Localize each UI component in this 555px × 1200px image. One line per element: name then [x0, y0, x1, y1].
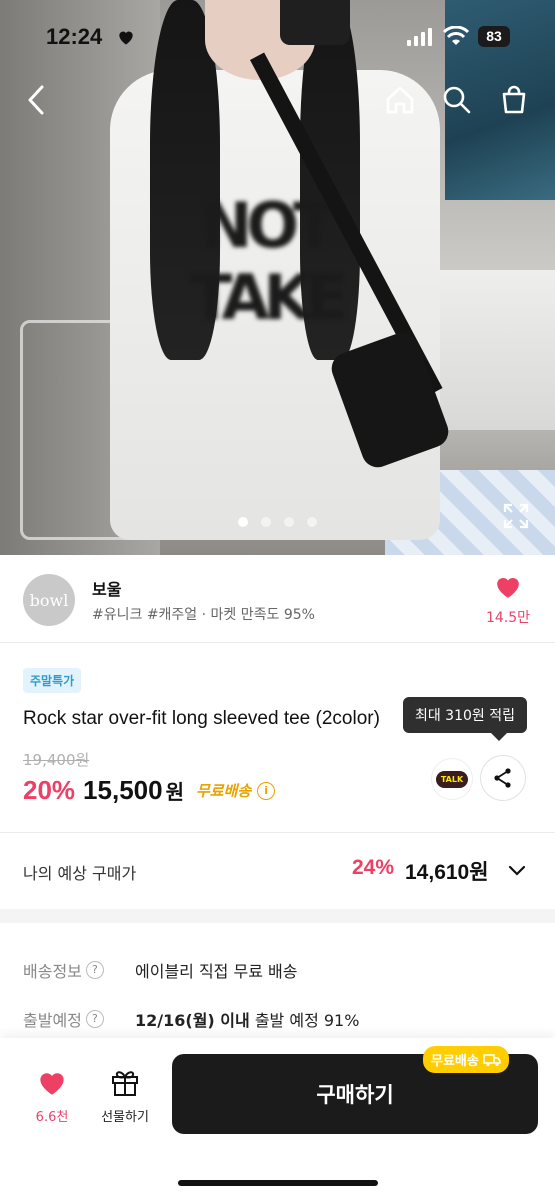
seller-logo[interactable]: bowl — [23, 574, 75, 626]
carousel-indicator[interactable] — [0, 517, 555, 527]
gift-label: 선물하기 — [101, 1110, 149, 1125]
discount-rate: 20% — [23, 775, 76, 805]
chevron-down-icon[interactable] — [506, 859, 528, 881]
shipping-info-label: 배송정보 ? — [23, 958, 113, 982]
free-shipping-badge-text: 무료배송 — [431, 1054, 479, 1069]
search-icon — [443, 86, 471, 114]
gift-icon — [112, 1071, 138, 1096]
estimated-price-label: 나의 예상 구매가 — [23, 864, 137, 883]
help-icon[interactable]: ? — [85, 1010, 104, 1028]
battery-icon: 83 — [478, 26, 510, 47]
product-image[interactable]: NOT TAKE 12:24 83 — [0, 0, 555, 555]
chevron-left-icon — [28, 85, 44, 115]
product-info: 주말특가 Rock star over-fit long sleeved tee… — [0, 643, 555, 831]
info-icon[interactable]: i — [257, 781, 276, 800]
estimated-price-row[interactable]: 나의 예상 구매가 24% 14,610원 — [0, 832, 555, 908]
heart-icon — [40, 1073, 64, 1095]
departure-date: 12/16(월) 이내 — [135, 1011, 250, 1030]
estimated-discount: 24% — [352, 856, 395, 879]
like-button[interactable]: 6.6천 — [26, 1070, 78, 1125]
cart-button[interactable] — [496, 82, 532, 118]
help-icon[interactable]: ? — [85, 961, 104, 979]
status-time: 12:24 — [46, 24, 103, 49]
departure-rate: 출발 예정 91% — [249, 1011, 360, 1030]
kakao-talk-button[interactable]: TALK — [432, 759, 472, 799]
heart-status-icon — [119, 31, 133, 45]
back-button[interactable] — [18, 82, 54, 118]
status-bar: 12:24 83 — [0, 0, 555, 74]
seller-name[interactable]: 보울 — [92, 576, 121, 600]
departure-value: 12/16(월) 이내 출발 예정 91% — [135, 1007, 359, 1031]
home-button[interactable] — [382, 82, 418, 118]
departure-text: 출발예정 — [23, 1011, 82, 1030]
kakao-talk-icon: TALK — [435, 770, 469, 788]
signal-icon — [407, 28, 432, 46]
share-icon — [494, 768, 511, 788]
departure-row: 출발예정 ? 12/16(월) 이내 출발 예정 91% — [23, 1007, 359, 1031]
seller-tags: #유니크 #캐주얼 · 마켓 만족도 95% — [92, 607, 315, 623]
product-name: Rock star over-fit long sleeved tee (2co… — [23, 708, 380, 729]
wifi-icon — [443, 26, 469, 45]
favorite-count: 14.5만 — [485, 610, 531, 626]
shipping-info-text: 배송정보 — [23, 962, 82, 981]
shipping-section: 배송정보 ? 에이블리 직접 무료 배송 출발예정 ? 12/16(월) 이내 … — [0, 923, 555, 1043]
share-button[interactable] — [480, 755, 526, 801]
departure-label: 출발예정 ? — [23, 1007, 113, 1031]
estimated-price: 14,610원 — [405, 861, 489, 884]
original-price: 19,400원 — [23, 751, 90, 769]
carousel-dot[interactable] — [307, 517, 317, 527]
carousel-dot[interactable] — [261, 517, 271, 527]
seller-favorite-button[interactable]: 14.5만 — [483, 575, 533, 627]
bottom-action-bar: 6.6천 선물하기 구매하기 무료배송 — [0, 1038, 555, 1200]
sale-price: 15,500 — [83, 775, 163, 805]
gift-button[interactable]: 선물하기 — [92, 1068, 158, 1125]
home-icon — [386, 86, 414, 114]
heart-icon — [497, 577, 519, 598]
price-unit: 원 — [165, 780, 184, 804]
sale-badge: 주말특가 — [23, 668, 82, 693]
shopping-bag-icon — [502, 85, 526, 114]
shirt-print: NOT TAKE — [190, 189, 348, 334]
section-divider — [0, 909, 555, 923]
free-shipping-label: 무료배송 — [195, 782, 252, 800]
carousel-dot-active[interactable] — [238, 517, 248, 527]
like-count: 6.6천 — [35, 1110, 69, 1125]
truck-icon — [483, 1053, 501, 1066]
free-shipping-badge: 무료배송 — [423, 1046, 509, 1073]
home-indicator — [178, 1180, 378, 1186]
seller-section[interactable]: bowl 보울 #유니크 #캐주얼 · 마켓 만족도 95% 14.5만 — [0, 555, 555, 643]
shipping-info-value: 에이블리 직접 무료 배송 — [135, 962, 298, 981]
search-button[interactable] — [439, 82, 475, 118]
expand-icon[interactable] — [502, 502, 530, 530]
points-tooltip: 최대 310원 적립 — [402, 697, 527, 741]
price-row: 20% 15,500 원 무료배송 i — [23, 775, 276, 806]
carousel-dot[interactable] — [284, 517, 294, 527]
shipping-info-row: 배송정보 ? 에이블리 직접 무료 배송 — [23, 958, 297, 982]
